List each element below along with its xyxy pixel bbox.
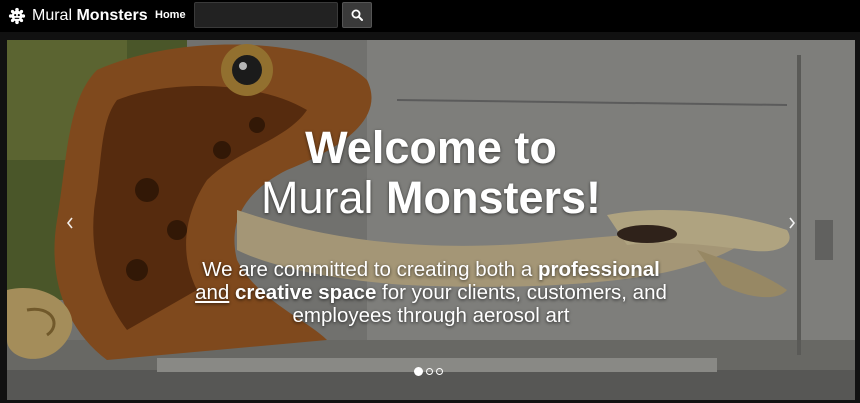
brand-link[interactable]: Mural Monsters: [8, 5, 148, 27]
hero-carousel: Welcome to Mural Monsters! We are commit…: [7, 40, 855, 400]
carousel-next-button[interactable]: [784, 216, 800, 234]
hero-title-line2: Mural Monsters!: [7, 174, 855, 222]
carousel-indicators: [414, 367, 443, 376]
hero-text-professional: professional: [537, 258, 660, 281]
carousel-indicator-1[interactable]: [414, 367, 423, 376]
hero-description: We are committed to creating both a prof…: [187, 258, 675, 327]
search-icon: [351, 9, 363, 21]
brand-name-light: Mural: [32, 7, 73, 24]
hero-text-part1: We are committed to creating both a: [202, 258, 533, 281]
brand-name: Mural Monsters: [32, 7, 148, 25]
search-button[interactable]: [342, 2, 372, 28]
carousel-indicator-3[interactable]: [436, 368, 443, 375]
hero-title-bold: Monsters!: [386, 172, 602, 223]
chevron-right-icon: [789, 217, 796, 229]
search-input[interactable]: [194, 2, 338, 28]
brand-name-bold: Monsters: [76, 7, 148, 24]
chevron-left-icon: [66, 217, 73, 229]
carousel-indicator-2[interactable]: [426, 368, 433, 375]
hero-text-and: and: [195, 281, 230, 304]
monster-logo-icon: [8, 7, 26, 25]
carousel-prev-button[interactable]: [62, 216, 78, 234]
hero-title-line1: Welcome to: [305, 122, 557, 173]
nav-home-link[interactable]: Home: [155, 9, 186, 21]
hero-text-creative-space: creative space: [235, 281, 377, 304]
navbar: Mural Monsters Home: [0, 0, 860, 32]
hero-title-light: Mural: [260, 172, 374, 223]
